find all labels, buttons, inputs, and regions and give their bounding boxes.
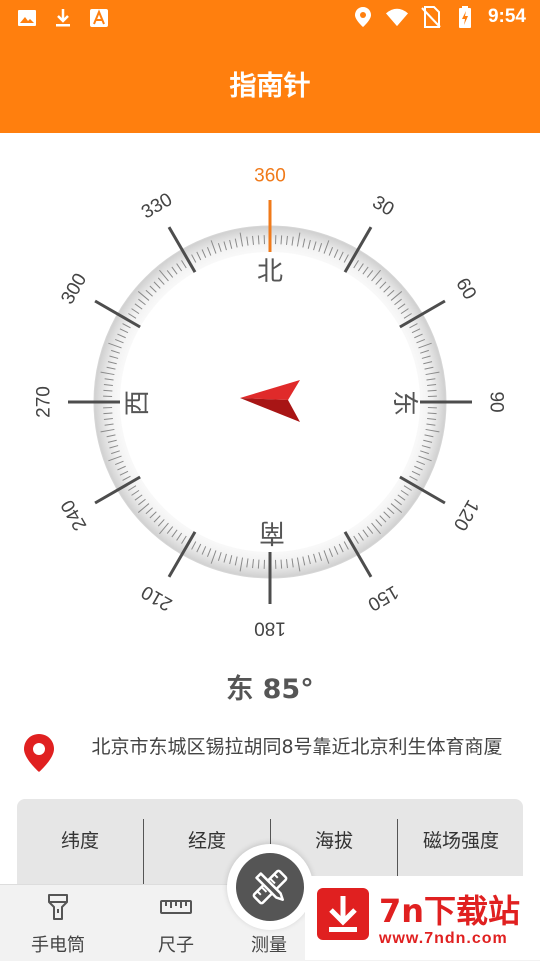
location-icon (352, 6, 374, 28)
degree-label-180: 180 (254, 618, 286, 639)
degree-label-120: 120 (449, 496, 483, 534)
minor-tick (428, 413, 437, 414)
download-icon (52, 7, 74, 29)
nav-label-measure: 测量 (219, 931, 319, 957)
minor-tick (103, 390, 112, 391)
location-address: 北京市东城区锡拉胡同8号靠近北京利生体育商厦 (74, 735, 520, 759)
compass-dial: 360306090120150180210240270300330 北 东 南 … (20, 152, 520, 652)
cardinal-south: 南 (259, 517, 285, 547)
nav-label-ruler: 尺子 (126, 931, 226, 957)
minor-tick (281, 235, 282, 244)
stat-magnetic-label: 磁场强度 (398, 819, 524, 863)
image-icon (16, 7, 38, 29)
minor-tick (258, 560, 259, 569)
cardinal-north: 北 (257, 257, 283, 287)
battery-charging-icon (454, 6, 476, 28)
cardinal-east: 东 (389, 390, 419, 416)
measure-icon (236, 853, 304, 921)
measure-fab-button[interactable] (227, 844, 313, 930)
page-title: 指南针 (0, 64, 540, 103)
location-pin-icon (22, 733, 56, 773)
degree-label-150: 150 (364, 581, 402, 615)
flashlight-icon (44, 893, 72, 921)
minor-tick (258, 235, 259, 244)
minor-tick (428, 390, 437, 391)
degree-label-360: 360 (254, 166, 286, 187)
cardinal-west: 西 (123, 390, 153, 416)
degree-label-210: 210 (138, 581, 176, 615)
heading-readout: 东 85° (0, 667, 540, 706)
nav-ruler[interactable]: 尺子 (126, 885, 226, 961)
nav-label-flashlight: 手电筒 (8, 931, 108, 957)
watermark-url: www.7ndn.com (379, 930, 508, 948)
status-time: 9:54 (488, 6, 526, 28)
ruler-icon (160, 893, 192, 921)
degree-label-300: 300 (57, 270, 91, 308)
status-bar: 9:54 (0, 0, 540, 36)
stat-latitude-label: 纬度 (17, 819, 143, 863)
watermark-logo: 7n下载站 www.7ndn.com (305, 876, 540, 960)
nav-flashlight[interactable]: 手电筒 (8, 885, 108, 961)
degree-label-60: 60 (451, 275, 480, 304)
degree-label-240: 240 (57, 496, 91, 534)
font-icon (88, 7, 110, 29)
degree-label-30: 30 (369, 192, 398, 221)
wifi-icon (386, 6, 408, 28)
degree-label-90: 90 (486, 391, 507, 412)
watermark-title: 7n下载站 (379, 886, 520, 932)
no-sim-icon (420, 6, 442, 28)
minor-tick (281, 560, 282, 569)
watermark-download-icon (317, 888, 369, 940)
app-header: 9:54 指南针 (0, 0, 540, 133)
minor-tick (103, 413, 112, 414)
degree-label-270: 270 (34, 386, 55, 418)
degree-label-330: 330 (138, 189, 176, 223)
location-row: 北京市东城区锡拉胡同8号靠近北京利生体育商厦 (22, 733, 522, 793)
